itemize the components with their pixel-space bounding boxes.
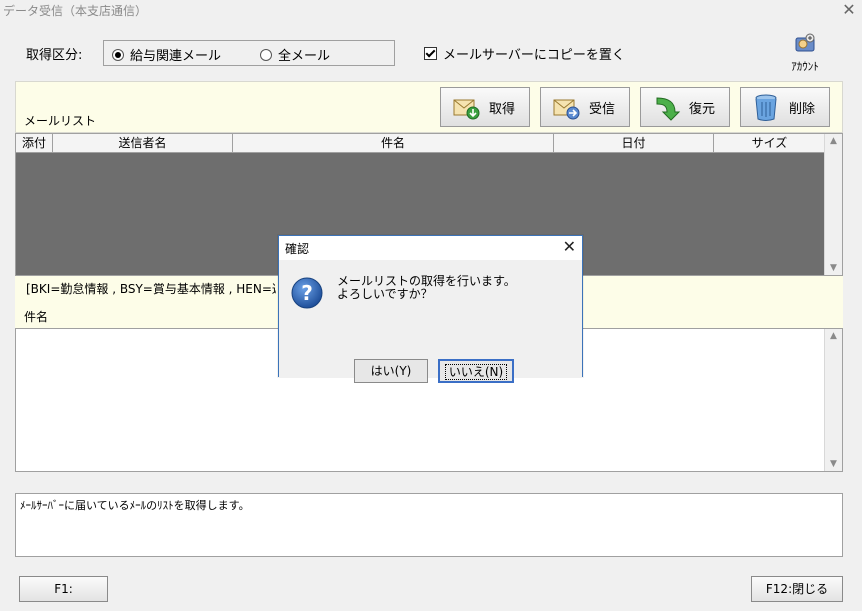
scroll-down-icon[interactable]: ▼ [825,263,842,273]
restore-arrow-icon [656,97,681,121]
copy-on-server-label: メールサーバーにコピーを置く [443,48,625,63]
dialog-title: 確認 [285,242,310,256]
close-icon[interactable]: ✕ [838,0,860,20]
dialog-titlebar: 確認 ✕ [279,236,582,260]
col-attachment[interactable]: 添付 [16,134,53,152]
envelope-download-icon [453,99,480,120]
scroll-up-icon[interactable]: ▲ [825,136,842,146]
checkbox-checked-icon[interactable] [424,47,437,60]
window-title: データ受信（本支店通信） [3,4,148,18]
grid-scrollbar[interactable]: ▲ ▼ [824,134,842,275]
dialog-yes-label: はい(Y) [370,364,412,378]
dialog-body: ? メールリストの取得を行います。 よろしいですか？ はい(Y) いいえ(N) [279,260,582,383]
radio-salary-mail[interactable]: 給与関連メール [112,45,221,64]
dialog-yes-button[interactable]: はい(Y) [354,359,428,383]
radio-salary-mail-label: 給与関連メール [130,49,222,64]
status-message: ﾒｰﾙｻｰﾊﾞｰに届いているﾒｰﾙのﾘｽﾄを取得します。 [20,499,250,512]
radio-all-mail[interactable]: 全メール [260,45,330,64]
dialog-message: メールリストの取得を行います。 よろしいですか？ [337,275,516,301]
delete-button-label: 削除 [789,101,816,117]
mail-list-label: メールリスト [24,114,97,128]
get-button[interactable]: 取得 [440,87,530,127]
scroll-down-icon[interactable]: ▼ [825,459,842,469]
scroll-up-icon[interactable]: ▲ [825,331,842,341]
dialog-no-label: いいえ(N) [444,364,508,380]
dialog-message-line2: よろしいですか？ [337,287,433,301]
delete-button[interactable]: 削除 [740,87,830,127]
dialog-close-icon[interactable]: ✕ [563,237,576,256]
dialog-no-button[interactable]: いいえ(N) [438,359,514,383]
f12-close-button[interactable]: F12:閉じる [751,576,843,602]
restore-button-label: 復元 [689,101,716,117]
col-size[interactable]: サイズ [714,134,826,152]
receive-button[interactable]: 受信 [540,87,630,127]
status-message-box: ﾒｰﾙｻｰﾊﾞｰに届いているﾒｰﾙのﾘｽﾄを取得します。 [15,493,843,557]
radio-all-mail-label: 全メール [278,49,331,64]
f1-button[interactable]: F1: [19,576,108,602]
get-button-label: 取得 [489,101,516,117]
acquisition-label: 取得区分: [26,48,83,63]
account-button-label: ｱｶｳﾝﾄ [791,60,819,73]
radio-selected-icon[interactable] [112,48,124,61]
trash-can-icon [755,94,777,121]
receive-button-label: 受信 [589,101,616,117]
question-icon: ? [291,277,323,309]
subject-label: 件名 [24,310,49,324]
restore-button[interactable]: 復元 [640,87,730,127]
body-scrollbar[interactable]: ▲ ▼ [824,329,842,471]
account-icon [795,33,815,52]
code-legend-text: [BKI=勤怠情報 , BSY=賞与基本情報 , HEN=返 [26,282,276,296]
svg-text:?: ? [301,281,313,305]
radio-unselected-icon[interactable] [260,48,272,61]
acquisition-radio-group: 給与関連メール 全メール [103,40,395,66]
envelope-receive-icon [553,99,580,120]
col-date[interactable]: 日付 [554,134,714,152]
confirm-dialog: 確認 ✕ ? メールリストの取得を行います。 よろしいですか？ はい(Y) いい… [278,235,583,383]
copy-on-server-checkbox[interactable]: メールサーバーにコピーを置く [424,44,625,63]
col-sender[interactable]: 送信者名 [53,134,233,152]
grid-header: 添付 送信者名 件名 日付 サイズ [16,134,826,153]
account-button[interactable]: ｱｶｳﾝﾄ [780,32,830,76]
col-subject[interactable]: 件名 [233,134,554,152]
